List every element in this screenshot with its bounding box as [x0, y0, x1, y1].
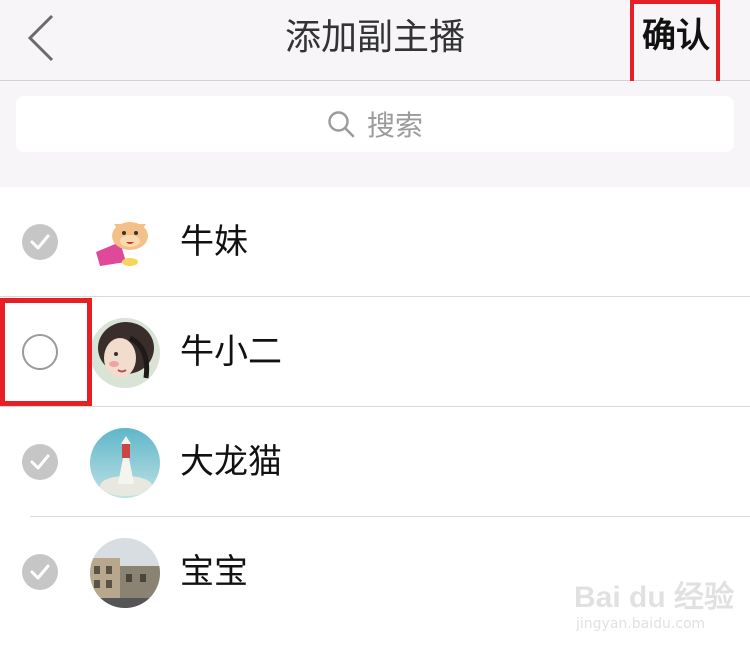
- nav-bar: 添加副主播 确认: [0, 0, 750, 81]
- check-circle-icon[interactable]: [22, 554, 58, 590]
- search-input[interactable]: 搜索: [16, 96, 734, 152]
- list-item[interactable]: 牛小二: [0, 297, 750, 407]
- check-circle-icon[interactable]: [22, 224, 58, 260]
- contact-list: 牛妹 牛小二 大龙猫 宝宝: [0, 187, 750, 653]
- chevron-left-icon: [27, 14, 54, 62]
- confirm-button[interactable]: 确认: [630, 0, 722, 78]
- list-item[interactable]: 牛妹: [0, 187, 750, 297]
- list-item[interactable]: 宝宝: [0, 517, 750, 627]
- search-placeholder: 搜索: [366, 109, 423, 142]
- search-area: 搜索: [0, 81, 750, 187]
- check-circle-empty-icon[interactable]: [22, 334, 58, 370]
- check-circle-icon[interactable]: [22, 444, 58, 480]
- avatar: [90, 208, 160, 278]
- contact-name: 宝宝: [180, 552, 248, 592]
- avatar: [90, 538, 160, 608]
- back-button[interactable]: [22, 12, 62, 64]
- avatar: [90, 318, 160, 388]
- contact-name: 牛妹: [180, 222, 248, 262]
- search-icon: [328, 111, 355, 138]
- contact-name: 大龙猫: [180, 442, 282, 482]
- avatar: [90, 428, 160, 498]
- contact-name: 牛小二: [180, 332, 282, 372]
- list-item[interactable]: 大龙猫: [0, 407, 750, 517]
